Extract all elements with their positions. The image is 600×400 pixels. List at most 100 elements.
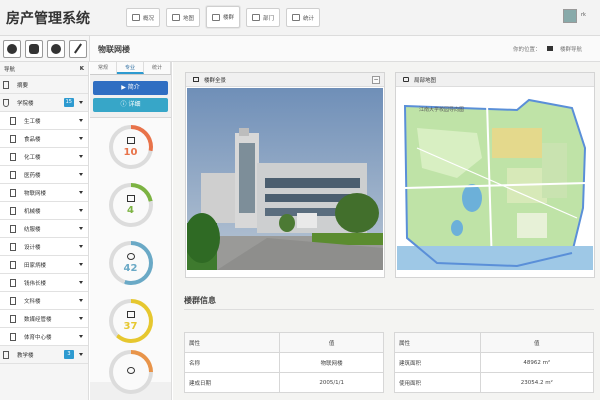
chevron-down-icon <box>79 191 83 194</box>
info-table-right: 属性 值 建筑面积 48962 m² 使用面积 23054.2 m² <box>394 332 595 393</box>
sidebar-item-building[interactable]: 食品楼 <box>0 130 88 148</box>
sidebar-item-building[interactable]: 体育中心楼 <box>0 328 88 346</box>
detail-button-label: 详细 <box>128 101 141 108</box>
stat-value: 10 <box>123 146 138 158</box>
stat-ring: 10 <box>108 125 153 169</box>
user-avatar[interactable] <box>563 9 577 23</box>
collapse-button[interactable]: − <box>372 76 380 84</box>
chevron-down-icon <box>79 335 83 338</box>
nav-overview-label: 概况 <box>143 15 155 22</box>
document-icon <box>10 206 16 215</box>
table-row: 建成日期 2005/1/1 <box>183 372 384 393</box>
campus-map[interactable]: 江南大学校园导向图 <box>397 88 593 270</box>
map-panel-header: 局部地图 <box>396 73 594 87</box>
sidebar-collapse-button[interactable]: K <box>80 66 84 72</box>
nav-map-label: 地图 <box>183 15 195 22</box>
table-header-attr: 属性 <box>394 332 481 353</box>
nav-department-button[interactable]: 部门 <box>246 8 281 27</box>
tab-professional[interactable]: 专业 <box>117 62 144 74</box>
sidebar-item-label: 机械楼 <box>24 208 41 215</box>
photo-panel-header: 楼群全景 − <box>186 73 384 87</box>
info-table-left: 属性 值 名称 物联网楼 建成日期 2005/1/1 <box>183 332 384 393</box>
chevron-down-icon <box>79 299 83 302</box>
stat-value: 4 <box>127 204 134 216</box>
database-icon[interactable] <box>25 39 43 58</box>
sidebar-item-label: 钱伟长楼 <box>24 280 47 287</box>
sidebar-item-summary[interactable]: 摘要 <box>0 76 88 94</box>
sidebar-item-building[interactable]: 纺服楼 <box>0 220 88 238</box>
chevron-down-icon <box>79 173 83 176</box>
sidebar-item-label: 教学楼 <box>17 352 34 359</box>
photo-panel: 楼群全景 − <box>185 72 385 278</box>
count-badge: 15 <box>63 98 74 107</box>
sidebar-item-teaching-buildings[interactable]: 教学楼 3 <box>0 346 88 364</box>
nav-overview-button[interactable]: 概况 <box>126 8 161 27</box>
building-icon <box>3 350 9 359</box>
stat-card[interactable]: 10 <box>90 118 171 176</box>
document-icon <box>10 296 16 305</box>
nav-buildings-button[interactable]: 楼群 <box>206 6 241 28</box>
nav-map-button[interactable]: 地图 <box>166 8 201 27</box>
document-icon <box>10 242 16 251</box>
map-icon <box>172 14 180 21</box>
camera-icon <box>193 77 199 82</box>
sidebar-item-building[interactable]: 物联网楼 <box>0 184 88 202</box>
breadcrumb-current[interactable]: 楼群导航 <box>560 47 582 53</box>
table-cell: 使用面积 <box>394 372 481 393</box>
stat-card[interactable] <box>90 350 171 394</box>
breadcrumb-bar: 物联网楼 你的位置： 楼群导航 <box>90 36 600 62</box>
sidebar-item-building[interactable]: 文科楼 <box>0 292 88 310</box>
table-header-row: 属性 值 <box>183 332 384 353</box>
table-cell: 23054.2 m² <box>479 372 595 393</box>
main-content: 楼群全景 − 局部地图 江南大学校园导向图 楼群信息 属性 值 名称 物联网楼 … <box>173 62 600 400</box>
stat-card[interactable]: 4 <box>90 176 171 234</box>
chevron-down-icon <box>79 119 83 122</box>
app-title: 房产管理系统 <box>6 11 90 27</box>
sidebar-item-building[interactable]: 设计楼 <box>0 238 88 256</box>
stat-list: 10 4 42 37 <box>90 117 171 394</box>
stat-card[interactable]: 37 <box>90 292 171 350</box>
monitor-icon <box>252 14 260 21</box>
sidebar-item-building[interactable]: 医药楼 <box>0 166 88 184</box>
megaphone-icon <box>126 310 135 318</box>
table-row: 使用面积 23054.2 m² <box>394 372 595 393</box>
table-cell: 建成日期 <box>183 372 281 393</box>
home-icon <box>132 14 140 21</box>
globe-icon[interactable] <box>3 39 21 58</box>
detail-button[interactable]: ⓘ 详细 <box>93 98 168 112</box>
pie-chart-icon[interactable] <box>47 39 65 58</box>
sidebar-item-building[interactable]: 数媒经管楼 <box>0 310 88 328</box>
sidebar-item-label: 化工楼 <box>24 154 41 161</box>
nav-stats-button[interactable]: 统计 <box>286 8 321 27</box>
home-icon[interactable] <box>547 46 554 51</box>
top-header: 房产管理系统 概况 地图 楼群 部门 统计 rk <box>0 0 600 36</box>
stat-card[interactable]: 42 <box>90 234 171 292</box>
document-icon <box>10 152 16 161</box>
summary-icon <box>3 80 9 89</box>
sidebar-item-building[interactable]: 生工楼 <box>0 112 88 130</box>
tab-statistics[interactable]: 统计 <box>144 62 171 74</box>
intro-button[interactable]: ▶ 简介 <box>93 81 168 95</box>
sidebar-item-label: 文科楼 <box>24 298 41 305</box>
sidebar-item-building[interactable]: 钱伟长楼 <box>0 274 88 292</box>
pencil-icon[interactable] <box>69 39 87 58</box>
sidebar-item-building[interactable]: 田家炳楼 <box>0 256 88 274</box>
flask-icon <box>3 98 9 107</box>
sidebar-item-building[interactable]: 机械楼 <box>0 202 88 220</box>
tab-general[interactable]: 常规 <box>90 62 117 74</box>
stat-ring: 4 <box>108 183 153 227</box>
page-title: 物联网楼 <box>98 45 130 54</box>
count-badge: 3 <box>64 350 74 359</box>
section-title: 楼群信息 <box>184 296 216 305</box>
sidebar-item-building[interactable]: 化工楼 <box>0 148 88 166</box>
target-icon <box>126 252 135 260</box>
nav-department-label: 部门 <box>263 15 275 22</box>
user-name[interactable]: rk <box>581 12 586 18</box>
sidebar-item-college-buildings[interactable]: 学院楼 15 <box>0 94 88 112</box>
document-icon <box>10 170 16 179</box>
sidebar-item-label: 学院楼 <box>17 100 34 107</box>
chevron-down-icon <box>79 317 83 320</box>
document-icon <box>126 136 135 144</box>
table-cell: 2005/1/1 <box>279 372 384 393</box>
sidebar-item-label: 数媒经管楼 <box>24 316 52 323</box>
